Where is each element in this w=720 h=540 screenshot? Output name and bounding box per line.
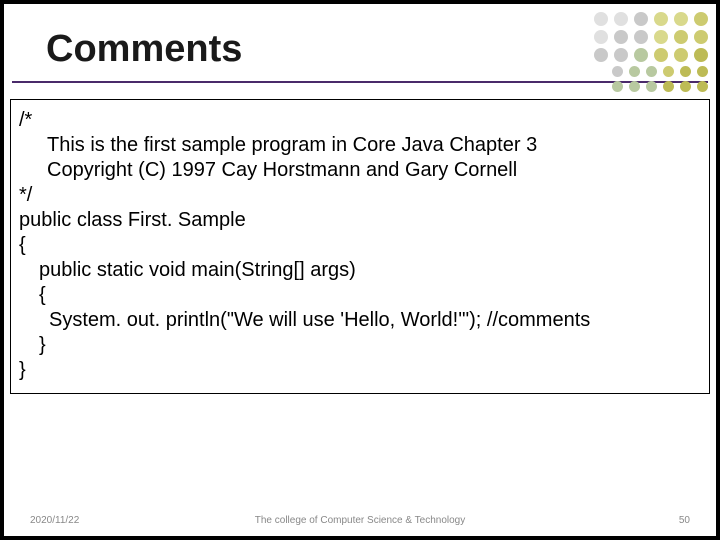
code-line: { — [19, 283, 701, 308]
footer-page: 50 — [679, 515, 690, 526]
code-line: Copyright (C) 1997 Cay Horstmann and Gar… — [19, 158, 701, 183]
code-line: */ — [19, 184, 32, 206]
decorative-dots — [558, 12, 708, 122]
code-line: This is the first sample program in Core… — [19, 133, 701, 158]
footer-date: 2020/11/22 — [30, 515, 79, 526]
code-line: } — [19, 333, 701, 358]
code-line: public class First. Sample — [19, 209, 246, 231]
code-line: /* — [19, 109, 32, 131]
code-line: { — [19, 234, 26, 256]
code-line: System. out. println("We will use 'Hello… — [19, 308, 701, 333]
code-block: /* This is the first sample program in C… — [10, 99, 710, 394]
footer: 2020/11/22 The college of Computer Scien… — [4, 515, 716, 526]
code-line: } — [19, 359, 26, 381]
slide: Comments /* This is the first sample pro… — [4, 4, 716, 536]
code-line: public static void main(String[] args) — [19, 258, 701, 283]
footer-center: The college of Computer Science & Techno… — [255, 515, 466, 526]
